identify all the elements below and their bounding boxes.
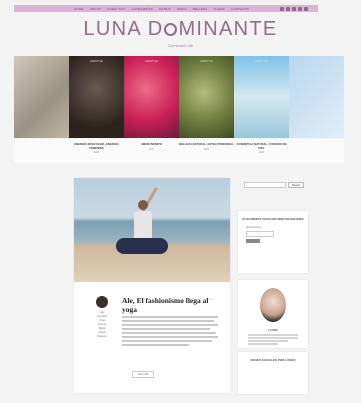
pinterest-icon[interactable]	[298, 6, 302, 11]
slide-title: ENERGÍA MASCULINA, ENERGÍA FEMENINA	[74, 142, 119, 150]
subscribe-label: Email address	[246, 226, 262, 229]
twitter-icon[interactable]	[286, 6, 290, 11]
sidebar-search: Buscar	[244, 182, 304, 188]
slide-category: LIFESTYLE	[254, 60, 269, 63]
logo-o-circle-icon	[164, 23, 178, 36]
instagram-icon[interactable]	[292, 6, 296, 11]
slide-category: LIFESTYLE	[199, 60, 214, 63]
slider-captions: ENERGÍA MASCULINA, ENERGÍA FEMENINA 2020…	[14, 139, 344, 163]
slide-image[interactable]: LIFESTYLE	[179, 56, 234, 138]
yoga-figure-head	[138, 200, 148, 210]
post-featured-image[interactable]	[74, 178, 230, 282]
slide-caption[interactable]: ENERGÍA MASCULINA, ENERGÍA FEMENINA 2020	[69, 139, 124, 163]
subscribe-button[interactable]	[246, 239, 260, 243]
nav-item[interactable]: VIAJES	[213, 7, 225, 11]
nav-item[interactable]: ESTILO	[159, 7, 171, 11]
slide-image[interactable]	[14, 56, 69, 138]
nav-item[interactable]: HOME	[74, 7, 84, 11]
nav-item[interactable]: CONTACTO	[231, 7, 249, 11]
email-field[interactable]	[246, 231, 274, 237]
slide-caption[interactable]: BELLEZA NATURAL, ESTILO PERSONAL 2020	[179, 139, 234, 163]
author-name: LAURA	[268, 328, 278, 332]
bottom-widget: REDES SOCIALES POR LUNAR	[238, 352, 308, 394]
post-meta: Ale Lifestyle Yoga Fitness Moda Salud De…	[88, 296, 116, 339]
slide-date: 2020	[203, 147, 210, 151]
site-logo[interactable]: LUNA D MINANTE	[0, 18, 361, 41]
slide-category: LIFESTYLE	[89, 60, 104, 63]
slide-title: COSMÉTICA NATURAL, CUIDADO DE PIEL	[236, 142, 287, 150]
slide-image[interactable]: LIFESTYLE	[234, 56, 289, 138]
slide-image[interactable]: LIFESTYLE	[124, 56, 179, 138]
slide-image[interactable]	[289, 56, 344, 138]
slide-date: 2020	[93, 151, 100, 154]
slide-date: 2020	[148, 147, 155, 151]
slide-category: LIFESTYLE	[144, 60, 159, 63]
meta-line[interactable]: Deporte	[88, 335, 116, 339]
search-input[interactable]	[244, 182, 286, 188]
slide-caption[interactable]	[289, 139, 344, 163]
slide-title: AMOR INFINITO	[140, 142, 163, 146]
slide-caption[interactable]: COSMÉTICA NATURAL, CUIDADO DE PIEL 2020	[234, 139, 289, 163]
browser-viewport: HOME ABOUT QUIÉN SOY CATEGORÍAS ESTILO M…	[0, 0, 361, 403]
nav-item[interactable]: CATEGORÍAS	[132, 7, 153, 11]
site-tagline: Dominant Life	[168, 43, 193, 48]
blog-post-card: Ale Lifestyle Yoga Fitness Moda Salud De…	[74, 178, 230, 393]
nav-item[interactable]: ABOUT	[90, 7, 101, 11]
social-icons	[280, 6, 308, 11]
facebook-icon[interactable]	[280, 6, 284, 11]
slide-caption[interactable]	[14, 139, 69, 163]
nav-item[interactable]: MODA	[177, 7, 187, 11]
author-widget: LAURA	[238, 280, 308, 348]
slide-title: BELLEZA NATURAL, ESTILO PERSONAL	[179, 142, 234, 146]
share-dots[interactable]: • • •	[206, 296, 212, 301]
logo-text-right: MINANTE	[178, 18, 278, 40]
post-excerpt	[122, 316, 218, 348]
author-avatar[interactable]	[96, 296, 108, 308]
mail-icon[interactable]	[304, 6, 308, 11]
yoga-figure-body	[134, 211, 152, 241]
featured-slider: LIFESTYLE LIFESTYLE LIFESTYLE LIFESTYLE	[14, 56, 344, 138]
yoga-figure-legs	[116, 238, 168, 254]
slide-image[interactable]: LIFESTYLE	[69, 56, 124, 138]
read-more-button[interactable]: Leer más	[132, 371, 154, 378]
post-title[interactable]: Ale, El fashionismo llega al yoga	[122, 296, 214, 314]
author-bio	[248, 334, 298, 346]
nav-item[interactable]: BELLEZA	[193, 7, 208, 11]
subscribe-title: SUSCRÍBETE PARA RECIBIR NOVEDADES	[242, 217, 304, 221]
bottom-widget-title: REDES SOCIALES POR LUNAR	[250, 358, 296, 362]
slide-caption[interactable]: AMOR INFINITO 2020	[124, 139, 179, 163]
nav-item[interactable]: QUIÉN SOY	[107, 7, 125, 11]
top-navigation-bar: HOME ABOUT QUIÉN SOY CATEGORÍAS ESTILO M…	[14, 5, 318, 12]
slide-date: 2020	[258, 151, 265, 154]
author-portrait	[260, 288, 286, 322]
search-button[interactable]: Buscar	[288, 182, 304, 188]
logo-text-left: LUNA D	[83, 18, 164, 40]
subscribe-widget: SUSCRÍBETE PARA RECIBIR NOVEDADES Email …	[238, 211, 308, 273]
